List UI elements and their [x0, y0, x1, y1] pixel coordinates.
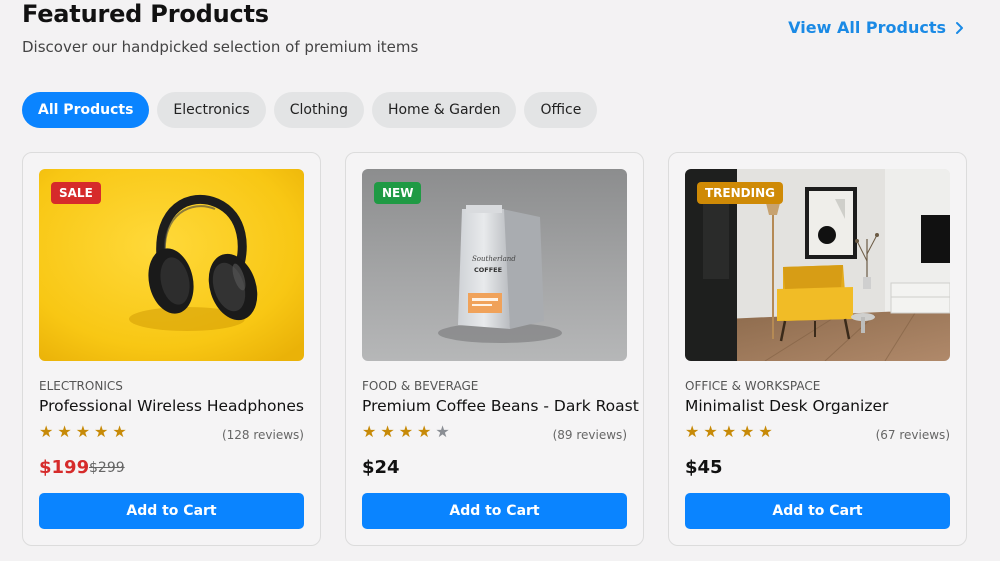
review-count: (128 reviews) [221, 428, 304, 442]
filter-electronics[interactable]: Electronics [157, 92, 266, 128]
product-card[interactable]: TRENDING Office & Workspace Minimalist D… [668, 152, 967, 546]
star-rating: ★ ★ ★ ★ ★ [685, 425, 773, 441]
star-empty-icon: ★ [435, 424, 450, 441]
sale-badge: SALE [51, 182, 101, 204]
product-name[interactable]: Minimalist Desk Organizer [685, 397, 888, 415]
new-badge: NEW [374, 182, 422, 204]
star-icon: ★ [685, 424, 700, 441]
star-icon: ★ [398, 424, 414, 441]
star-rating: ★ ★ ★ ★ ★ [362, 425, 450, 441]
chevron-right-icon [956, 21, 963, 34]
filter-home-garden[interactable]: Home & Garden [371, 92, 517, 128]
product-category: Electronics [39, 379, 123, 393]
original-price: $299 [89, 460, 125, 476]
star-icon: ★ [721, 424, 737, 441]
product-category: Food & Beverage [362, 379, 479, 393]
trending-badge: TRENDING [697, 182, 783, 204]
star-icon: ★ [94, 424, 109, 441]
featured-products-section: Featured Products Discover our handpicke… [0, 0, 1000, 561]
star-icon: ★ [758, 424, 773, 441]
product-image[interactable]: Southerland COFFEE NEW [362, 169, 627, 361]
add-to-cart-button[interactable]: Add to Cart [685, 493, 950, 529]
star-icon: ★ [417, 424, 432, 441]
product-card[interactable]: Southerland COFFEE NEW Food & Beverage P… [345, 152, 644, 546]
product-category: Office & Workspace [685, 379, 821, 393]
product-image[interactable]: TRENDING [685, 169, 950, 361]
view-all-products-link[interactable]: View All Products [788, 18, 966, 37]
product-image[interactable]: SALE [39, 169, 304, 361]
product-name[interactable]: Professional Wireless Headphones [39, 397, 304, 415]
star-icon: ★ [39, 424, 54, 441]
star-icon: ★ [740, 424, 755, 441]
bag-coffee-text: COFFEE [474, 266, 502, 274]
page-subtitle: Discover our handpicked selection of pre… [22, 38, 419, 56]
product-card[interactable]: SALE Electronics Professional Wireless H… [22, 152, 321, 546]
star-icon: ★ [380, 424, 395, 441]
review-count: (89 reviews) [552, 428, 627, 442]
view-all-label: View All Products [788, 18, 946, 37]
star-rating: ★ ★ ★ ★ ★ [39, 425, 127, 441]
product-price: $45 [685, 457, 723, 478]
add-to-cart-button[interactable]: Add to Cart [39, 493, 304, 529]
star-icon: ★ [112, 424, 127, 441]
star-icon: ★ [703, 424, 718, 441]
product-name[interactable]: Premium Coffee Beans - Dark Roast [362, 397, 639, 415]
star-icon: ★ [75, 424, 91, 441]
filter-clothing[interactable]: Clothing [273, 92, 364, 128]
bag-brand-text: Southerland [472, 255, 516, 263]
product-price: $24 [362, 457, 400, 478]
page-title: Featured Products [22, 0, 269, 28]
add-to-cart-button[interactable]: Add to Cart [362, 493, 627, 529]
sale-price: $199 [39, 457, 90, 478]
star-icon: ★ [57, 424, 72, 441]
filter-all-products[interactable]: All Products [22, 92, 150, 128]
category-filter-bar: All Products Electronics Clothing Home &… [22, 92, 598, 128]
star-icon: ★ [362, 424, 377, 441]
review-count: (67 reviews) [875, 428, 950, 442]
filter-office[interactable]: Office [524, 92, 598, 128]
